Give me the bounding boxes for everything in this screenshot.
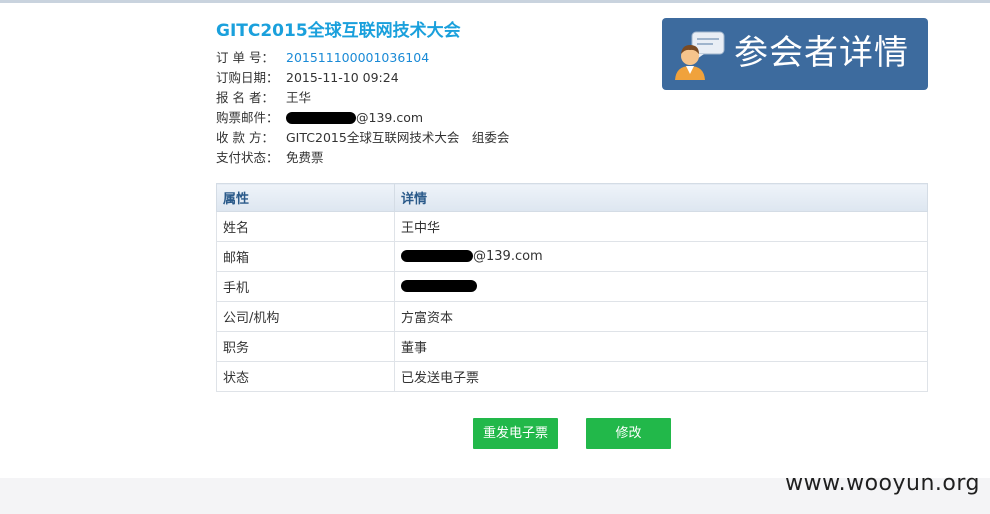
row-attr-company: 公司/机构 (216, 301, 395, 332)
order-number-row: 订 单 号： 201511100001036104 (216, 48, 509, 68)
payment-status-value: 免费票 (286, 150, 324, 165)
user-chat-icon (675, 31, 725, 80)
row-attr-name: 姓名 (216, 211, 395, 242)
table-row: 职务 董事 (216, 331, 928, 362)
row-attr-email: 邮箱 (216, 241, 395, 272)
table-row: 公司/机构 方富资本 (216, 301, 928, 332)
column-header-details: 详情 (394, 183, 928, 212)
table-row: 姓名 王中华 (216, 211, 928, 242)
redaction-mark (401, 249, 473, 262)
row-attr-phone: 手机 (216, 271, 395, 302)
table-row: 邮箱 @139.com (216, 241, 928, 272)
row-value-status: 已发送电子票 (394, 361, 928, 392)
redaction-mark (401, 279, 477, 292)
row-value-name: 王中华 (394, 211, 928, 242)
row-value-position: 董事 (394, 331, 928, 362)
resend-eticket-button[interactable]: 重发电子票 (473, 418, 558, 449)
order-info: 订 单 号： 201511100001036104 订购日期： 2015-11-10… (216, 48, 509, 168)
registrant-label: 报 名 者： (216, 90, 274, 105)
banner-title: 参会者详情 (734, 33, 909, 73)
row-value-company: 方富资本 (394, 301, 928, 332)
column-header-attribute: 属性 (216, 183, 395, 212)
redaction-mark (286, 111, 356, 124)
table-row: 手机 (216, 271, 928, 302)
payment-status-label: 支付状态： (216, 150, 279, 165)
payee-row: 收 款 方： GITC2015全球互联网技术大会 组委会 (216, 128, 509, 148)
order-number-value[interactable]: 201511100001036104 (286, 50, 429, 65)
order-date-row: 订购日期： 2015-11-10 09:24 (216, 68, 509, 88)
edit-button[interactable]: 修改 (586, 418, 671, 449)
ticket-email-value: @139.com (356, 110, 424, 125)
table-header-row: 属性 详情 (216, 183, 928, 212)
row-value-email: @139.com (473, 249, 543, 264)
row-value-phone-cell (394, 271, 928, 302)
payee-value: GITC2015全球互联网技术大会 组委会 (286, 130, 510, 145)
payment-status-row: 支付状态： 免费票 (216, 148, 509, 168)
registrant-value: 王华 (286, 90, 312, 105)
attendee-details-banner: 参会者详情 (662, 18, 928, 90)
row-attr-status: 状态 (216, 361, 395, 392)
attendee-table: 属性 详情 姓名 王中华 邮箱 @139.com 手机 公司/机构 方富资本 职… (216, 183, 928, 392)
registrant-row: 报 名 者： 王华 (216, 88, 509, 108)
table-row: 状态 已发送电子票 (216, 361, 928, 392)
order-date-value: 2015-11-10 09:24 (286, 70, 399, 85)
row-attr-position: 职务 (216, 331, 395, 362)
watermark: www.wooyun.org (785, 471, 980, 496)
top-border (0, 0, 990, 3)
ticket-email-label: 购票邮件： (216, 110, 279, 125)
event-title[interactable]: GITC2015全球互联网技术大会 (216, 16, 461, 41)
ticket-email-row: 购票邮件： @139.com (216, 108, 509, 128)
row-value-email-cell: @139.com (394, 241, 928, 272)
order-number-label: 订 单 号： (216, 50, 274, 65)
order-date-label: 订购日期： (216, 70, 279, 85)
payee-label: 收 款 方： (216, 130, 274, 145)
